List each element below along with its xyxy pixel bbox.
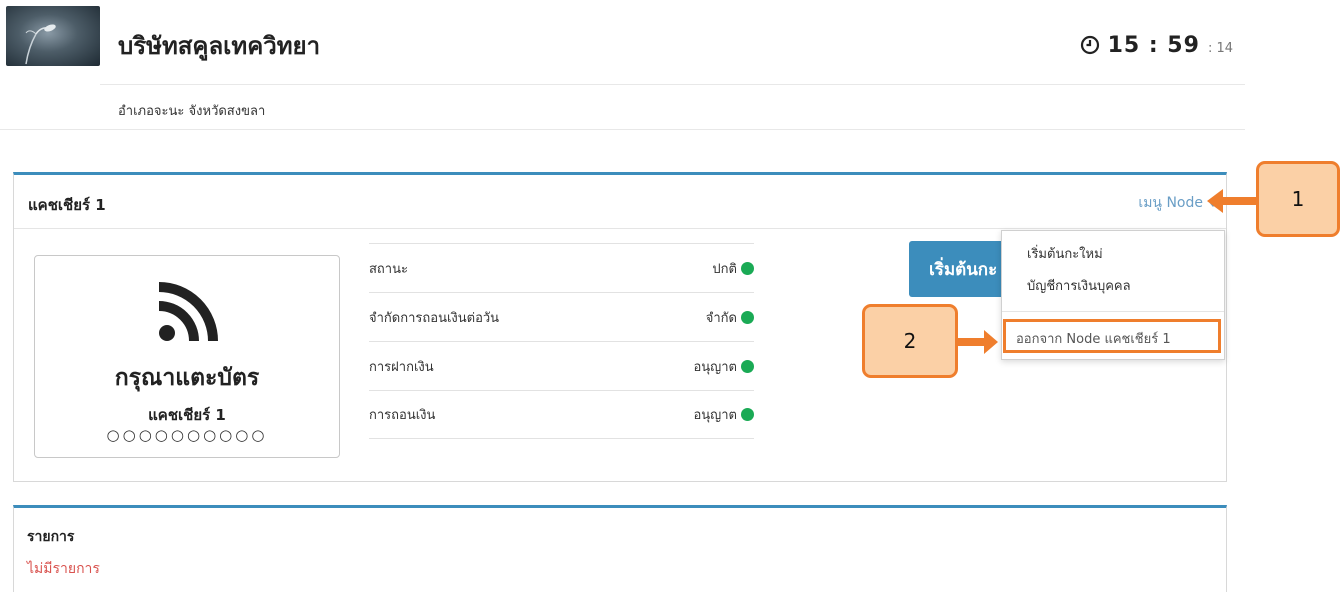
page-header: บริษัทสคูลเทควิทยา 15 : 59 : 14 อำเภอจะน…: [0, 0, 1245, 130]
clock: 15 : 59 : 14: [1080, 32, 1233, 58]
rss-icon: [158, 282, 218, 342]
divider: [14, 228, 1226, 229]
annotation-callout-1: 1: [1256, 161, 1340, 237]
status-label: สถานะ: [369, 261, 408, 277]
status-label: การฝากเงิน: [369, 359, 434, 375]
tap-card-prompt: กรุณาแตะบัตร: [114, 365, 260, 391]
status-table: สถานะ ปกติ จำกัดการถอนเงินต่อวัน จำกัด ก…: [369, 243, 754, 439]
status-value: จำกัด: [705, 310, 737, 326]
transactions-empty-text: ไม่มีรายการ: [27, 561, 100, 577]
status-row: สถานะ ปกติ: [369, 243, 754, 292]
status-row: จำกัดการถอนเงินต่อวัน จำกัด: [369, 292, 754, 341]
menu-item-personal-account[interactable]: บัญชีการเงินบุคคล: [1027, 275, 1131, 296]
arrow-icon: [956, 330, 998, 354]
transactions-title: รายการ: [27, 529, 75, 545]
card-code-dots: ○○○○○○○○○○: [106, 426, 268, 444]
divider: [1002, 311, 1224, 312]
status-label: จำกัดการถอนเงินต่อวัน: [369, 310, 500, 326]
transactions-panel: รายการ ไม่มีรายการ: [13, 505, 1227, 592]
divider: [100, 84, 1245, 85]
tap-card-box: กรุณาแตะบัตร แคชเชียร์ 1 ○○○○○○○○○○: [34, 255, 340, 458]
clock-time: 15 : 59: [1107, 33, 1200, 58]
company-address: อำเภอจะนะ จังหวัดสงขลา: [118, 104, 266, 119]
node-menu-label: เมนู Node: [1138, 195, 1203, 211]
status-row: การฝากเงิน อนุญาต: [369, 341, 754, 390]
panel-title: แคชเชียร์ 1: [28, 196, 106, 214]
node-menu-dropdown: เริ่มต้นกะใหม่ บัญชีการเงินบุคคล ออกจาก …: [1001, 230, 1225, 360]
status-label: การถอนเงิน: [369, 408, 436, 423]
status-dot-icon: [741, 408, 754, 421]
clock-seconds: : 14: [1207, 41, 1233, 56]
status-dot-icon: [741, 261, 754, 275]
status-value: ปกติ: [712, 261, 737, 277]
arrow-icon: [1207, 189, 1258, 213]
company-name: บริษัทสคูลเทควิทยา: [118, 32, 321, 60]
clock-icon: [1080, 35, 1099, 55]
annotation-callout-2: 2: [862, 304, 958, 378]
status-row: การถอนเงิน อนุญาต: [369, 390, 754, 439]
company-logo: [6, 6, 100, 66]
cashier-name: แคชเชียร์ 1: [148, 406, 226, 424]
status-dot-icon: [741, 310, 754, 324]
status-value: อนุญาต: [693, 408, 737, 423]
menu-item-logout-node[interactable]: ออกจาก Node แคชเชียร์ 1: [1003, 319, 1221, 353]
divider: [0, 129, 1245, 130]
status-dot-icon: [741, 359, 754, 373]
menu-item-new-shift[interactable]: เริ่มต้นกะใหม่: [1027, 243, 1103, 264]
status-value: อนุญาต: [693, 359, 737, 375]
